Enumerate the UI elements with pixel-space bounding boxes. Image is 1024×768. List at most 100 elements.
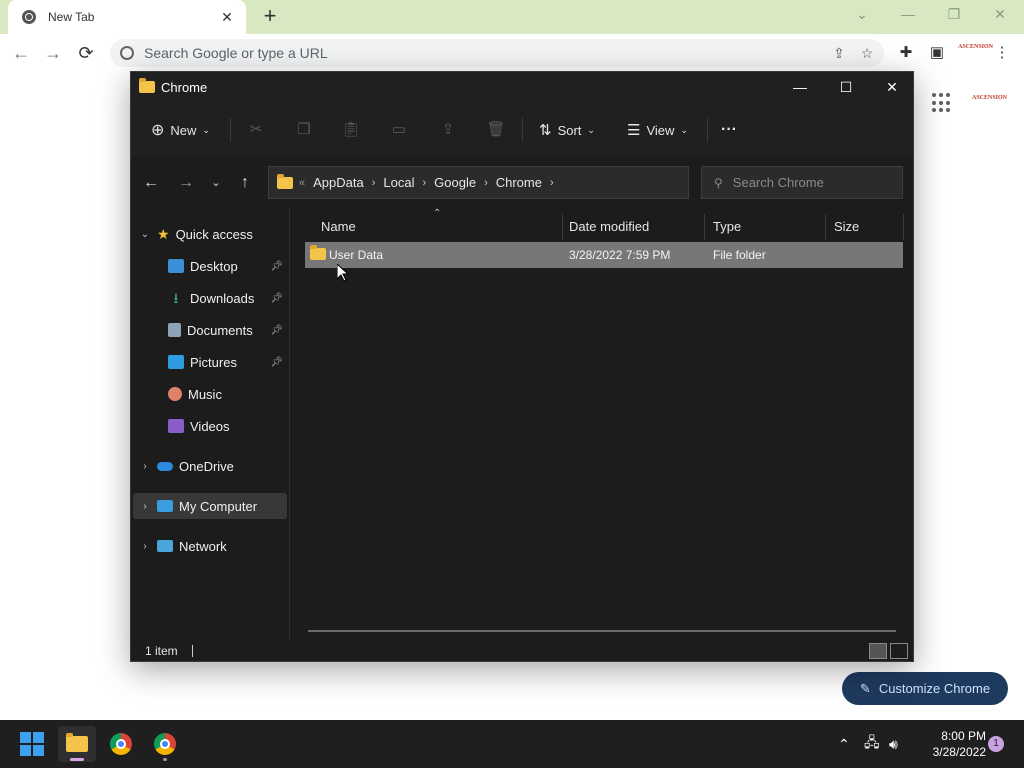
customize-chrome-button[interactable]: ✎ Customize Chrome: [842, 672, 1008, 705]
horizontal-scrollbar[interactable]: [308, 630, 896, 632]
volume-icon[interactable]: 🔊︎: [889, 720, 898, 768]
expand-chevron-icon[interactable]: ›: [133, 541, 157, 552]
taskbar-file-explorer[interactable]: [58, 726, 96, 762]
pin-icon: 📌︎: [270, 356, 283, 368]
explorer-minimize-button[interactable]: —: [777, 72, 823, 102]
column-header-type[interactable]: Type: [705, 214, 826, 240]
column-header-name[interactable]: Name: [313, 214, 563, 240]
nav-item-videos[interactable]: Videos: [133, 413, 287, 439]
mouse-cursor-icon: [337, 264, 349, 282]
google-apps-icon[interactable]: [932, 93, 952, 113]
nav-network[interactable]: › Network: [133, 533, 287, 559]
folder-icon: [139, 78, 155, 93]
folder-icon: [277, 173, 293, 189]
nav-label: Music: [188, 386, 222, 402]
up-icon[interactable]: ↑: [235, 173, 255, 193]
back-icon[interactable]: ←: [141, 173, 161, 193]
network-status-icon[interactable]: 🖧︎: [864, 720, 880, 768]
chrome-icon: [110, 733, 132, 755]
new-tab-button[interactable]: +: [258, 5, 282, 29]
side-panel-icon[interactable]: ▣: [926, 42, 948, 64]
system-clock[interactable]: 8:00 PM 3/28/2022: [916, 728, 986, 760]
browser-minimize-button[interactable]: —: [888, 4, 928, 24]
show-hidden-icons-icon[interactable]: ⌃: [838, 720, 850, 768]
back-icon[interactable]: ←: [10, 42, 32, 64]
tiles-view-icon[interactable]: [890, 643, 908, 659]
search-icon: ⚲: [714, 175, 723, 190]
tab-new-tab[interactable]: New Tab ✕: [8, 0, 246, 34]
extensions-icon[interactable]: ✚: [895, 42, 917, 64]
command-bar: ⊕ New ⌄ ✂ ❐ 📋︎ ▭ ⇪ 🗑︎ ⇅ Sort ⌄ ☰ View ⌄ …: [131, 102, 913, 156]
rename-icon[interactable]: ▭: [389, 120, 409, 140]
new-button[interactable]: ⊕ New ⌄: [151, 117, 210, 143]
file-explorer-window: Chrome — ☐ ✕ ⊕ New ⌄ ✂ ❐ 📋︎ ▭ ⇪ 🗑︎ ⇅ Sor…: [130, 71, 914, 662]
more-options-button[interactable]: ···: [721, 117, 737, 143]
nav-onedrive[interactable]: › OneDrive: [133, 453, 287, 479]
chrome-profile-icon: [154, 733, 176, 755]
chevron-right-icon[interactable]: ›: [422, 177, 426, 189]
delete-icon[interactable]: 🗑︎: [486, 120, 506, 140]
clock-time: 8:00 PM: [941, 729, 986, 743]
chevron-right-icon[interactable]: ›: [484, 177, 488, 189]
breadcrumb-google[interactable]: Google: [434, 175, 476, 190]
overflow-chevron-icon[interactable]: «: [299, 177, 305, 189]
details-view-icon[interactable]: [869, 643, 887, 659]
explorer-close-button[interactable]: ✕: [869, 72, 915, 102]
sort-button[interactable]: ⇅ Sort ⌄: [539, 117, 595, 143]
breadcrumb-chrome[interactable]: Chrome: [496, 175, 542, 190]
tab-close-icon[interactable]: ✕: [218, 9, 236, 26]
chevron-right-icon[interactable]: ›: [550, 177, 554, 189]
menu-icon[interactable]: ⋮: [991, 42, 1013, 64]
windows-logo-icon: [20, 732, 44, 756]
nav-my-computer[interactable]: › My Computer: [133, 493, 287, 519]
copy-icon[interactable]: ❐: [294, 120, 314, 140]
browser-close-button[interactable]: ✕: [980, 4, 1020, 24]
nav-item-desktop[interactable]: Desktop 📌︎: [133, 253, 287, 279]
address-box[interactable]: « AppData › Local › Google › Chrome › ⌄ …: [268, 166, 816, 199]
breadcrumb-local[interactable]: Local: [383, 175, 414, 190]
account-logo[interactable]: ASCENSION: [972, 95, 1007, 101]
expand-chevron-icon[interactable]: ›: [133, 501, 157, 512]
breadcrumb-appdata[interactable]: AppData: [313, 175, 364, 190]
table-row[interactable]: User Data 3/28/2022 7:59 PM File folder: [305, 242, 903, 268]
forward-icon[interactable]: →: [42, 42, 64, 64]
tab-title: New Tab: [48, 10, 95, 24]
expand-chevron-icon[interactable]: ›: [133, 461, 157, 472]
chevron-down-icon: ⌄: [680, 124, 688, 135]
forward-icon[interactable]: →: [176, 173, 196, 193]
chevron-down-icon: ⌄: [202, 124, 210, 135]
taskbar-chrome-profile[interactable]: [146, 726, 184, 762]
nav-item-pictures[interactable]: Pictures 📌︎: [133, 349, 287, 375]
omnibox[interactable]: Search Google or type a URL ⇪ ☆: [110, 39, 884, 67]
search-placeholder: Search Chrome: [732, 175, 824, 190]
recent-locations-icon[interactable]: ⌄: [206, 173, 226, 193]
share-icon[interactable]: ⇪: [828, 45, 850, 62]
paste-icon[interactable]: 📋︎: [341, 120, 361, 140]
tab-search-icon[interactable]: ⌄: [842, 4, 882, 24]
share-icon[interactable]: ⇪: [438, 120, 458, 140]
bookmark-star-icon[interactable]: ☆: [856, 45, 878, 62]
view-button[interactable]: ☰ View ⌄: [627, 117, 688, 143]
browser-restore-button[interactable]: ❐: [934, 4, 974, 24]
nav-item-downloads[interactable]: ⭳ Downloads 📌︎: [133, 285, 287, 311]
explorer-maximize-button[interactable]: ☐: [823, 72, 869, 102]
folder-icon: [66, 733, 88, 752]
notification-badge[interactable]: 1: [988, 736, 1004, 752]
nav-quick-access[interactable]: ⌄ ★ Quick access: [133, 221, 287, 247]
nav-item-documents[interactable]: Documents 📌︎: [133, 317, 287, 343]
cut-icon[interactable]: ✂: [246, 120, 266, 140]
nav-item-music[interactable]: Music: [133, 381, 287, 407]
column-header-size[interactable]: Size: [826, 214, 904, 240]
status-bar: 1 item: [131, 640, 913, 662]
reload-icon[interactable]: ⟳: [75, 42, 97, 64]
chevron-right-icon[interactable]: ›: [372, 177, 376, 189]
search-input[interactable]: ⚲ Search Chrome: [701, 166, 903, 199]
cloud-icon: [157, 461, 173, 471]
column-header-date-modified[interactable]: Date modified: [561, 214, 705, 240]
taskbar-chrome[interactable]: [102, 726, 140, 762]
nav-label: Downloads: [190, 290, 255, 306]
pane-divider[interactable]: [289, 208, 290, 640]
profile-avatar[interactable]: ASCENSION: [958, 44, 993, 58]
expand-chevron-icon[interactable]: ⌄: [133, 229, 157, 240]
start-button[interactable]: [13, 726, 51, 762]
